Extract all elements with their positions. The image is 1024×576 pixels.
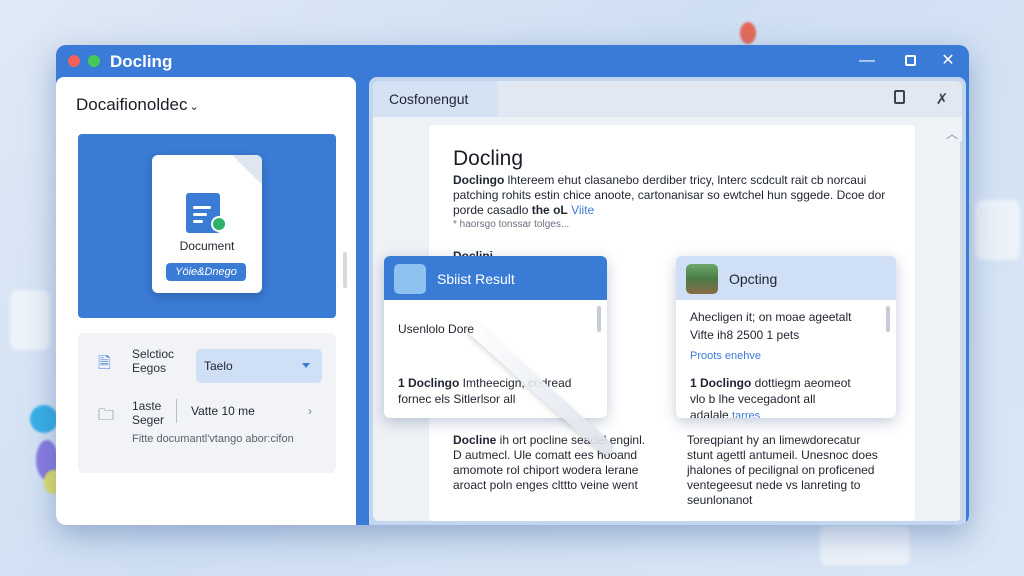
settings-row-selection: 🗎 Selctioc Eegos Taelo (78, 339, 336, 383)
robot-avatar-icon (394, 264, 426, 294)
background-orb (740, 22, 756, 44)
card-line: adalale tarres (690, 408, 761, 418)
chevron-right-icon: › (308, 404, 312, 418)
size-field[interactable]: Vatte 10 me › (176, 399, 326, 423)
close-button[interactable]: ✕ (935, 51, 961, 71)
format-select[interactable]: Taelo (196, 349, 322, 383)
minimize-button[interactable]: — (854, 51, 880, 71)
caret-down-icon (302, 363, 310, 368)
document-tag: Yöie&Dnego (166, 263, 246, 281)
document-preview[interactable]: Document Yöie&Dnego (78, 134, 336, 318)
document-selector[interactable]: Docaifionoldec ⌄ (76, 95, 199, 115)
page-title: Docling (453, 147, 524, 170)
background-tile (10, 290, 50, 350)
folder-icon: 🗀 (98, 407, 115, 424)
settings-row-label: 1aste Seger (132, 399, 165, 427)
settings-box: 🗎 Selctioc Eegos Taelo 🗀 1aste Seger Vat… (78, 333, 336, 473)
maximize-button[interactable] (897, 51, 923, 71)
card-header: Sbiist Result (384, 256, 607, 300)
page-fold (232, 155, 262, 185)
scrollbar[interactable] (960, 141, 962, 521)
background-tile (820, 525, 910, 565)
card-line: 1 Doclingo Imtheecign, codread (398, 376, 572, 390)
options-card[interactable]: Opcting Ahecligen it; on moae ageetalt V… (676, 256, 896, 418)
card-title: Sbiist Result (437, 271, 515, 287)
card-line: vlo b lhe vecegadont all (690, 392, 816, 406)
clipboard-button[interactable] (890, 90, 908, 108)
document-label: Document (179, 239, 235, 253)
settings-row-label: Selctioc Eegos (132, 347, 175, 375)
maximize-icon (904, 55, 916, 67)
card-line: Usenlolo Dore (398, 322, 475, 336)
scrollbar[interactable] (343, 252, 347, 288)
background-orb (30, 405, 58, 433)
page-link[interactable]: Viite (571, 203, 594, 217)
background-tile (975, 200, 1020, 260)
page-paragraph: Doclingo lhtereem ehut clasanebo derdibe… (453, 173, 886, 217)
card-link[interactable]: Proots enehve (690, 349, 890, 364)
title-bar: Docling — ✕ (56, 45, 969, 77)
settings-note: Fitte documantl'vtango abor:cifon (132, 433, 294, 445)
document-thumbnail: Document Yöie&Dnego (152, 155, 262, 293)
maximize-dot[interactable] (88, 55, 100, 67)
result-card[interactable]: Sbiist Result Usenlolo Dore 1 Doclingo I… (384, 256, 607, 418)
document-selector-label: Docaifionoldec (76, 95, 188, 114)
left-panel: Docaifionoldec⌄ Document Yöie&Dnego ✕ 🗎 (56, 77, 356, 525)
settings-row-size: 🗀 1aste Seger Vatte 10 me › (78, 391, 336, 435)
card-header: Opcting (676, 256, 896, 300)
app-title: Docling (110, 52, 173, 71)
size-field-value: Vatte 10 me (191, 404, 255, 418)
scrollbar[interactable] (886, 306, 890, 332)
tab-content-output[interactable]: Cosfonengut (373, 81, 498, 117)
card-line: 1 Doclingo dottiegm aeomeot (690, 376, 851, 390)
scroll-up-icon[interactable]: ︿ (946, 125, 958, 142)
format-select-value: Taelo (204, 359, 233, 373)
close-dot[interactable] (68, 55, 80, 67)
clipboard-icon (893, 90, 905, 104)
scrollbar[interactable] (597, 306, 601, 332)
card-title: Opcting (729, 271, 778, 287)
file-icon: 🗎 (98, 355, 111, 372)
page-subnote: * haorsgo tonssar tolges... (453, 219, 570, 230)
card-line: Vifte ih8 2500 1 pets (690, 328, 800, 342)
text-column-right: Toreqpiant hy an limewdorecatur stunt ag… (687, 433, 878, 507)
tab-bar: Cosfonengut ✗ (373, 81, 962, 117)
card-line: Ahecligen it; on moae ageetalt (690, 310, 852, 324)
text-column-left: Docline ih ort pocline seadel enginl. D … (453, 433, 646, 492)
landscape-thumbnail-icon (686, 264, 718, 294)
chevron-down-icon: ⌄ (189, 101, 199, 113)
gear-badge-icon (211, 216, 227, 232)
clear-button[interactable]: ✗ (933, 90, 951, 108)
